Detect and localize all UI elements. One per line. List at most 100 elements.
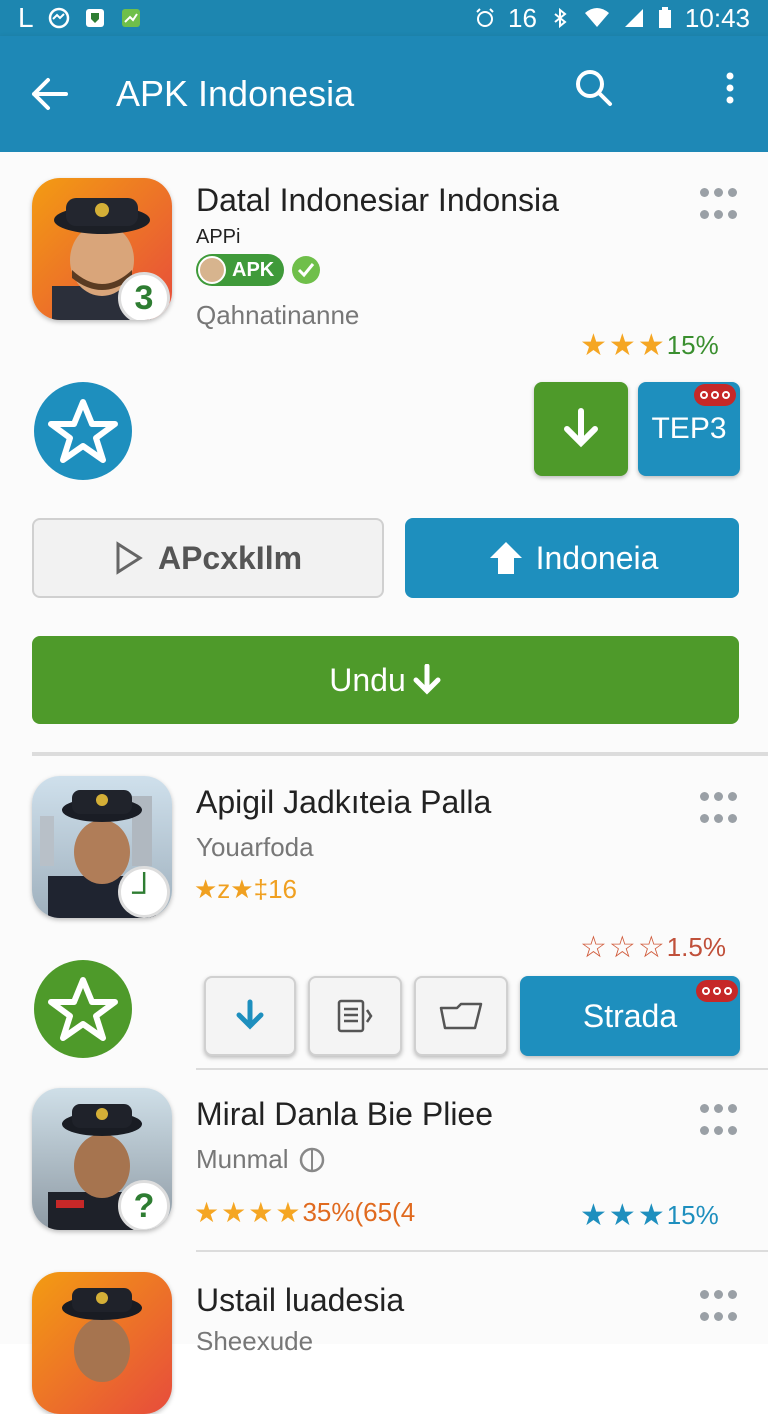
trend-notification-icon	[121, 9, 140, 27]
star-icon: ★	[637, 329, 665, 362]
star-icon: ★	[194, 1197, 220, 1228]
tep3-tile-button[interactable]: TEP3	[638, 382, 740, 476]
download-arrow-icon	[413, 664, 441, 695]
download-arrow-icon	[236, 999, 264, 1030]
list-item-icon-badge: ?	[118, 1180, 170, 1230]
star-outline-icon: ☆	[608, 931, 636, 964]
star-icon: ★	[580, 1199, 607, 1232]
tep3-label: TEP3	[651, 412, 727, 445]
status-bar: L 16 10:43	[0, 0, 768, 36]
back-arrow-icon	[32, 78, 68, 110]
list-item-developer-row: Munmal	[196, 1144, 326, 1175]
secondary-action-button[interactable]: APcxkIlm	[32, 518, 384, 598]
quick-download-button[interactable]	[534, 382, 628, 476]
details-tile-button[interactable]	[308, 976, 402, 1056]
list-item-title[interactable]: Miral Danla Bie Pliee	[196, 1096, 493, 1133]
featured-more-button[interactable]	[700, 188, 740, 228]
featured-icon-badge: 3	[118, 272, 170, 320]
alarm-icon	[476, 8, 494, 27]
shield-notification-icon	[85, 9, 104, 27]
star-icon: ★	[637, 1199, 665, 1232]
featured-app-title[interactable]: Datal Indonesiar Indonsia	[196, 182, 559, 219]
apk-chip-label: APK	[232, 258, 275, 281]
wifi-icon	[584, 8, 609, 27]
secondary-action-label: APcxkIlm	[157, 539, 303, 576]
featured-app-icon[interactable]: 3	[32, 178, 172, 320]
list-item-developer: Youarfoda	[196, 832, 314, 862]
list-item-rating: ★ ★ ★ 15%	[580, 1198, 719, 1233]
list-item-title[interactable]: Apigil Jadkıteia Palla	[196, 784, 491, 821]
strada-label: Strada	[582, 997, 678, 1034]
primary-action-button[interactable]: Indoneia	[405, 518, 739, 598]
status-time: 10:43	[684, 2, 750, 33]
list-item-title[interactable]: Ustail luadesia	[196, 1282, 404, 1319]
featured-rating-text: 15%	[666, 330, 719, 360]
list-item-inline-rating: ★z★‡16	[194, 874, 297, 904]
apk-chip: APK	[196, 254, 285, 286]
star-icon: ★	[275, 1197, 301, 1228]
featured-chip-row: APK	[196, 254, 322, 286]
home-share-icon	[489, 542, 522, 574]
favorite-star-button[interactable]	[34, 960, 132, 1058]
star-outline-icon: ☆	[637, 931, 665, 964]
app-bar: APK Indonesia	[0, 36, 768, 152]
star-icon: ★	[608, 1199, 636, 1232]
section-divider	[196, 1250, 768, 1252]
list-item-developer: Munmal	[196, 1144, 289, 1174]
chrome-icon	[48, 7, 69, 29]
bluetooth-icon	[554, 7, 567, 29]
share-tile-button[interactable]	[414, 976, 508, 1056]
cell-signal-icon	[624, 9, 643, 27]
download-arrow-icon	[564, 408, 598, 448]
list-item-rating: ☆ ☆ ☆ 1.5%	[580, 930, 726, 965]
star-outline-icon: ☆	[580, 931, 607, 964]
star-icon: ★	[248, 1197, 274, 1228]
officer-avatar-icon	[62, 1288, 142, 1382]
overflow-menu-button[interactable]	[714, 66, 746, 110]
list-item-more-button[interactable]	[700, 792, 740, 832]
search-button[interactable]	[572, 66, 616, 110]
notification-dots-badge	[694, 384, 736, 406]
battery-icon	[658, 7, 671, 28]
status-glyph: L	[18, 2, 34, 33]
section-divider	[32, 752, 768, 756]
content-area: 3 Datal Indonesiar Indonsia APPi APK Qah…	[0, 152, 768, 1414]
star-outline-icon	[48, 399, 118, 463]
download-button[interactable]: Undu	[32, 636, 739, 724]
strada-button[interactable]: Strada	[520, 976, 740, 1056]
featured-subtitle: APPi	[196, 226, 241, 248]
list-item-more-button[interactable]	[700, 1104, 740, 1144]
download-button-label: Undu	[329, 661, 406, 698]
star-outline-icon	[48, 977, 118, 1041]
primary-action-label: Indoneia	[535, 539, 659, 576]
featured-developer: Qahnatinanne	[196, 300, 360, 330]
back-button[interactable]	[0, 36, 100, 152]
list-item-icon[interactable]: ?	[32, 1088, 172, 1230]
app-bar-title: APK Indonesia	[116, 73, 355, 114]
list-item-inline-rating: ★ ★ ★ ★ 35%(65(4	[194, 1196, 415, 1229]
section-divider	[196, 1068, 768, 1070]
featured-rating: ★ ★ ★ 15%	[580, 328, 719, 363]
list-item-icon[interactable]	[32, 1272, 172, 1414]
favorite-star-button[interactable]	[34, 382, 132, 480]
overflow-menu-icon	[726, 72, 734, 104]
download-tile-button[interactable]	[204, 976, 296, 1056]
star-icon: ★	[608, 329, 636, 362]
status-count: 16	[508, 2, 537, 33]
folder-share-icon	[439, 1002, 483, 1030]
verified-check-icon	[292, 256, 321, 284]
list-item-icon[interactable]: ┘	[32, 776, 172, 918]
list-item-inline-rating-text: 35%(65(4	[302, 1197, 416, 1227]
star-icon: ★	[580, 329, 607, 362]
list-item-rating-text: 15%	[666, 1200, 719, 1230]
search-icon	[576, 70, 612, 106]
list-item-more-button[interactable]	[700, 1290, 740, 1330]
list-item-developer: Sheexude	[196, 1326, 314, 1356]
globe-icon	[300, 1147, 325, 1172]
notification-dots-badge	[696, 980, 738, 1002]
person-avatar-icon	[198, 256, 226, 284]
clipboard-icon	[337, 999, 373, 1033]
list-item-rating-text: 1.5%	[666, 932, 726, 962]
star-icon: ★	[221, 1197, 247, 1228]
play-outline-icon	[116, 541, 143, 575]
